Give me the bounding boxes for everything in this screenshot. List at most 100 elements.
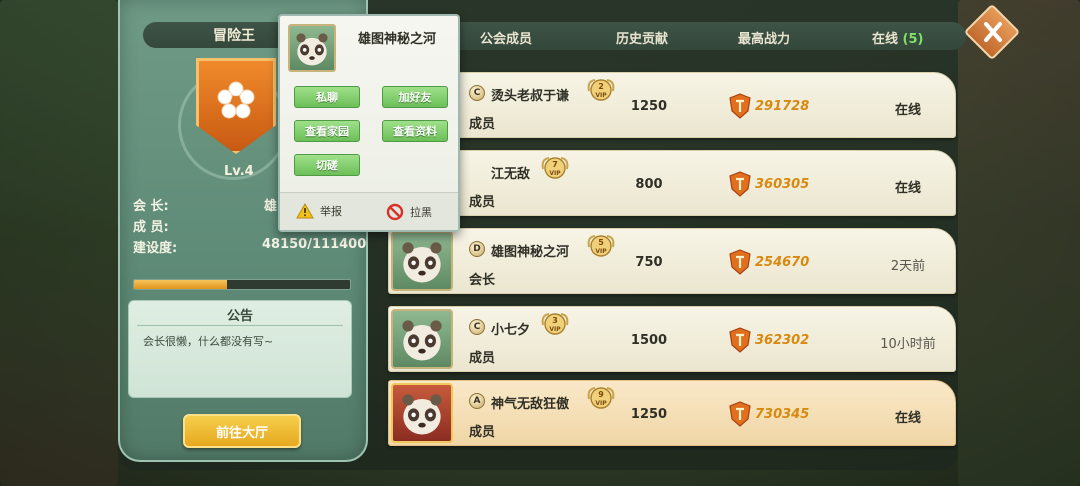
popup-footer: 举报 拉黑	[280, 192, 458, 230]
member-contribution: 1250	[630, 99, 668, 114]
power-shield-icon	[729, 249, 751, 275]
member-row[interactable]: 江无敌 7 VIP 成员 800 360305 在线	[388, 150, 956, 216]
vip-text: VIP	[549, 170, 561, 177]
tab-history-contribution[interactable]: 历史贡献	[616, 28, 668, 47]
vip-level: 5	[598, 238, 604, 247]
online-label: 在线	[872, 32, 899, 47]
power-shield-icon	[729, 171, 751, 197]
view-home-button[interactable]: 查看家园	[294, 120, 360, 142]
member-status: 10小时前	[880, 337, 936, 352]
vip-level: 2	[598, 82, 604, 91]
power-shield-icon	[729, 93, 751, 119]
online-count: (5)	[902, 32, 924, 47]
member-power: 730345	[755, 407, 810, 422]
member-status: 2天前	[890, 259, 926, 274]
block-button[interactable]: 拉黑	[386, 203, 432, 221]
vip-badge-icon: 9 VIP	[587, 387, 615, 409]
view-profile-button[interactable]: 查看资料	[382, 120, 448, 142]
panda-avatar-icon	[402, 242, 442, 283]
vip-badge-icon: 2 VIP	[587, 79, 615, 101]
vip-level: 7	[552, 160, 558, 169]
tab-online[interactable]: 在线 (5)	[872, 28, 923, 47]
members-label: 成 员:	[133, 220, 169, 235]
member-power: 254670	[755, 255, 810, 270]
vip-level: 9	[598, 390, 604, 399]
member-status: 在线	[894, 181, 921, 196]
member-name: 雄图神秘之河	[491, 245, 570, 260]
rank-badge: D	[469, 241, 485, 257]
go-to-hall-button[interactable]: 前往大厅	[183, 414, 301, 448]
power-shield-icon	[729, 401, 751, 427]
build-progress-fill	[134, 280, 228, 289]
member-role: 成员	[469, 195, 496, 210]
build-value: 48150/111400	[262, 237, 367, 252]
rank-badge: C	[469, 319, 485, 335]
member-power: 291728	[755, 99, 810, 114]
close-icon[interactable]	[983, 20, 1003, 44]
add-friend-button[interactable]: 加好友	[382, 86, 448, 108]
leader-label: 会 长:	[133, 199, 169, 214]
member-name: 烫头老叔于谦	[491, 89, 570, 104]
vip-badge-icon: 5 VIP	[587, 235, 615, 257]
report-button[interactable]: 举报	[296, 203, 342, 219]
leader-value: 雄	[264, 199, 278, 214]
member-row[interactable]: A 神气无敌狂傲 9 VIP 成员 1250 730345 在线	[388, 380, 956, 446]
warning-icon	[296, 203, 314, 219]
flower-icon	[217, 81, 255, 119]
vip-level: 3	[552, 316, 558, 325]
guild-name-text: 冒险王	[213, 28, 255, 44]
vip-badge-icon: 7 VIP	[541, 157, 569, 179]
tab-max-power[interactable]: 最高战力	[738, 28, 790, 47]
member-action-popup: 雄图神秘之河 私聊 加好友 查看家园 查看资料 切磋 举报 拉黑	[278, 14, 460, 232]
vip-text: VIP	[595, 92, 607, 99]
background-scenery-left	[0, 0, 118, 486]
member-avatar[interactable]	[391, 383, 453, 443]
member-row[interactable]: C 烫头老叔于谦 2 VIP 成员 1250 291728 在线	[388, 72, 956, 138]
panda-avatar-icon	[402, 320, 442, 361]
member-role: 成员	[469, 351, 496, 366]
notice-box: 公告 会长很懒，什么都没有写~	[128, 300, 352, 398]
member-avatar[interactable]	[391, 231, 453, 291]
vip-text: VIP	[595, 248, 607, 255]
panda-avatar-icon	[402, 394, 442, 435]
guild-level: Lv.4	[224, 164, 254, 179]
rank-badge: C	[469, 85, 485, 101]
member-power: 360305	[755, 177, 810, 192]
member-role: 成员	[469, 117, 496, 132]
background-scenery-right	[958, 0, 1080, 486]
vip-text: VIP	[595, 400, 607, 407]
notice-divider	[137, 325, 343, 326]
member-row[interactable]: D 雄图神秘之河 5 VIP 会长 750 254670 2天前	[388, 228, 956, 294]
member-status: 在线	[894, 411, 921, 426]
vip-text: VIP	[549, 326, 561, 333]
report-label: 举报	[320, 205, 342, 218]
member-row[interactable]: C 小七夕 3 VIP 成员 1500 362302 10小时前	[388, 306, 956, 372]
member-power: 362302	[755, 333, 810, 348]
member-role: 会长	[469, 273, 496, 288]
block-label: 拉黑	[410, 206, 432, 219]
member-status: 在线	[894, 103, 921, 118]
panda-avatar-icon	[296, 33, 328, 66]
member-contribution: 800	[635, 177, 663, 192]
tab-members[interactable]: 公会成员	[480, 28, 532, 47]
member-contribution: 750	[635, 255, 663, 270]
member-contribution: 1500	[630, 333, 668, 348]
notice-text: 会长很懒，什么都没有写~	[143, 335, 274, 348]
member-avatar[interactable]	[391, 309, 453, 369]
spar-button[interactable]: 切磋	[294, 154, 360, 176]
rank-badge: A	[469, 393, 485, 409]
member-name: 小七夕	[491, 323, 531, 338]
build-label: 建设度:	[133, 241, 178, 256]
private-chat-button[interactable]: 私聊	[294, 86, 360, 108]
build-progress-bar	[133, 279, 351, 290]
notice-title: 公告	[226, 309, 253, 324]
member-role: 成员	[469, 425, 496, 440]
ban-icon	[386, 203, 404, 221]
member-name: 江无敌	[491, 167, 531, 182]
vip-badge-icon: 3 VIP	[541, 313, 569, 335]
popup-avatar	[288, 24, 336, 72]
member-name: 神气无敌狂傲	[491, 397, 570, 412]
popup-member-name: 雄图神秘之河	[358, 32, 437, 47]
power-shield-icon	[729, 327, 751, 353]
member-contribution: 1250	[630, 407, 668, 422]
